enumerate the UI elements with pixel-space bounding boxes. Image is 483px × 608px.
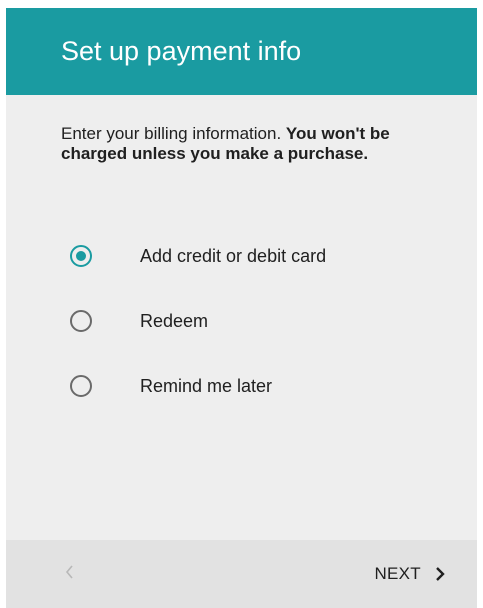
option-label: Redeem xyxy=(140,311,209,331)
option-add-card[interactable]: Add credit or debit card xyxy=(6,233,477,281)
radio-button[interactable] xyxy=(70,310,92,332)
next-label: NEXT xyxy=(374,564,421,583)
option-label: Remind me later xyxy=(140,376,273,396)
next-button[interactable]: NEXT xyxy=(374,560,447,588)
page-title: Set up payment info xyxy=(61,36,302,66)
option-redeem[interactable]: Redeem xyxy=(6,298,477,346)
intro-text: Enter your billing information. You won'… xyxy=(61,124,421,164)
header-bar: Set up payment info xyxy=(6,8,477,95)
option-remind-later[interactable]: Remind me later xyxy=(6,363,477,411)
chevron-right-icon xyxy=(436,567,445,581)
radio-button[interactable] xyxy=(70,375,92,397)
radio-button-selected[interactable] xyxy=(70,245,92,267)
footer-bar: NEXT xyxy=(6,540,477,608)
chevron-left-icon xyxy=(65,565,73,579)
option-label: Add credit or debit card xyxy=(140,246,327,266)
radio-dot-icon xyxy=(76,251,86,261)
intro-text-regular: Enter your billing information. xyxy=(61,124,282,143)
back-button[interactable] xyxy=(52,554,88,590)
payment-setup-screen: Set up payment info Enter your billing i… xyxy=(6,8,477,608)
